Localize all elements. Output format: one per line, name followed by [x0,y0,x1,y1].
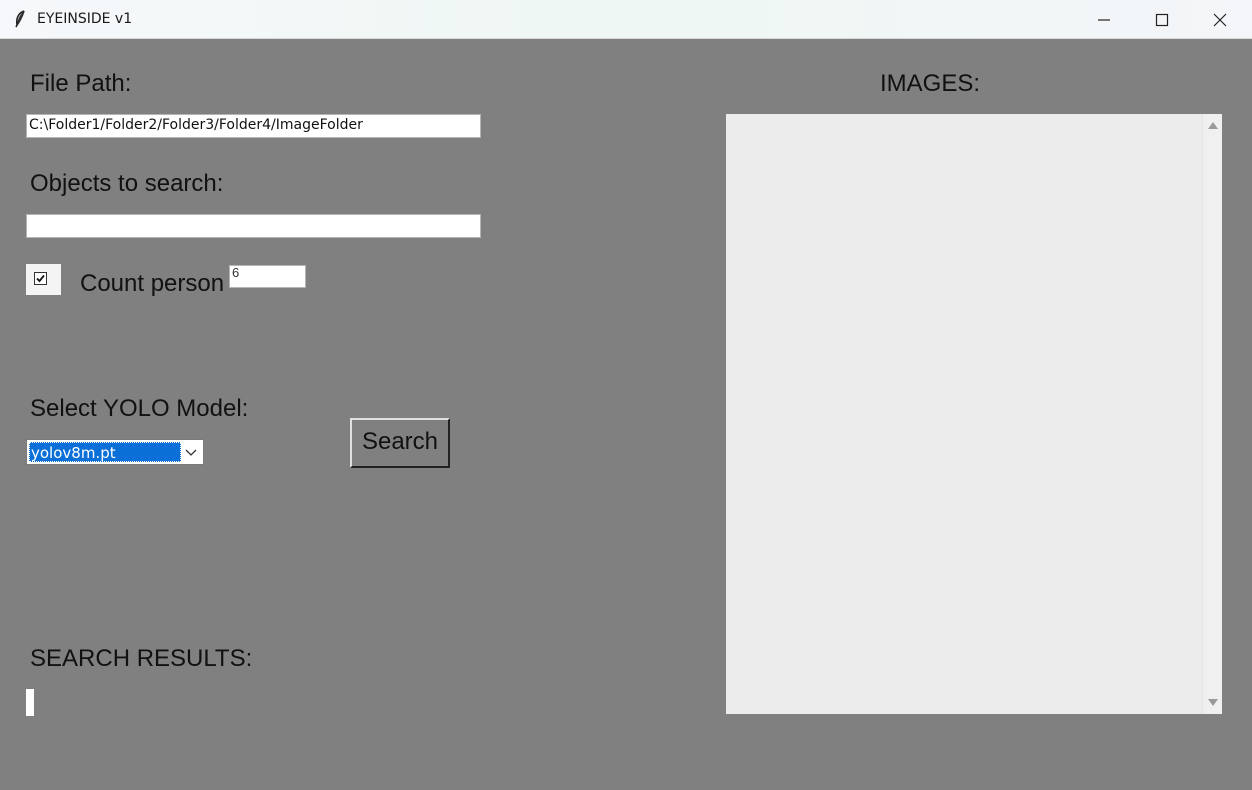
count-label: Count person [80,270,225,297]
images-scrollbar[interactable] [1202,114,1222,714]
file-path-input[interactable]: C:\Folder1/Folder2/Folder3/Folder4/Image… [26,114,481,138]
results-label: SEARCH RESULTS: [30,645,253,672]
checkmark-icon [36,274,45,283]
maximize-button[interactable] [1133,0,1191,39]
close-button[interactable] [1191,0,1249,39]
minimize-icon [1098,19,1110,21]
file-path-label: File Path: [30,70,132,97]
feather-icon [15,10,25,28]
model-label: Select YOLO Model: [30,395,249,422]
search-button[interactable]: Search [350,418,450,468]
objects-input[interactable] [26,214,481,238]
chevron-down-icon[interactable] [181,442,201,462]
title-bar: EYEINSIDE v1 [0,0,1252,39]
images-title: IMAGES: [880,70,981,97]
count-input[interactable]: 6 [229,265,306,288]
model-select[interactable]: yolov8m.pt [26,439,204,465]
model-selected-value: yolov8m.pt [29,442,181,462]
count-checkbox-area[interactable] [26,264,61,295]
window-title: EYEINSIDE v1 [37,11,133,27]
scroll-up-icon[interactable] [1208,121,1218,129]
images-panel[interactable] [726,114,1222,714]
count-checkbox[interactable] [34,272,47,285]
maximize-icon [1155,13,1169,27]
scroll-down-icon[interactable] [1208,699,1218,707]
objects-label: Objects to search: [30,170,224,197]
close-icon [1213,13,1227,27]
results-output[interactable] [26,689,34,716]
minimize-button[interactable] [1075,0,1133,39]
